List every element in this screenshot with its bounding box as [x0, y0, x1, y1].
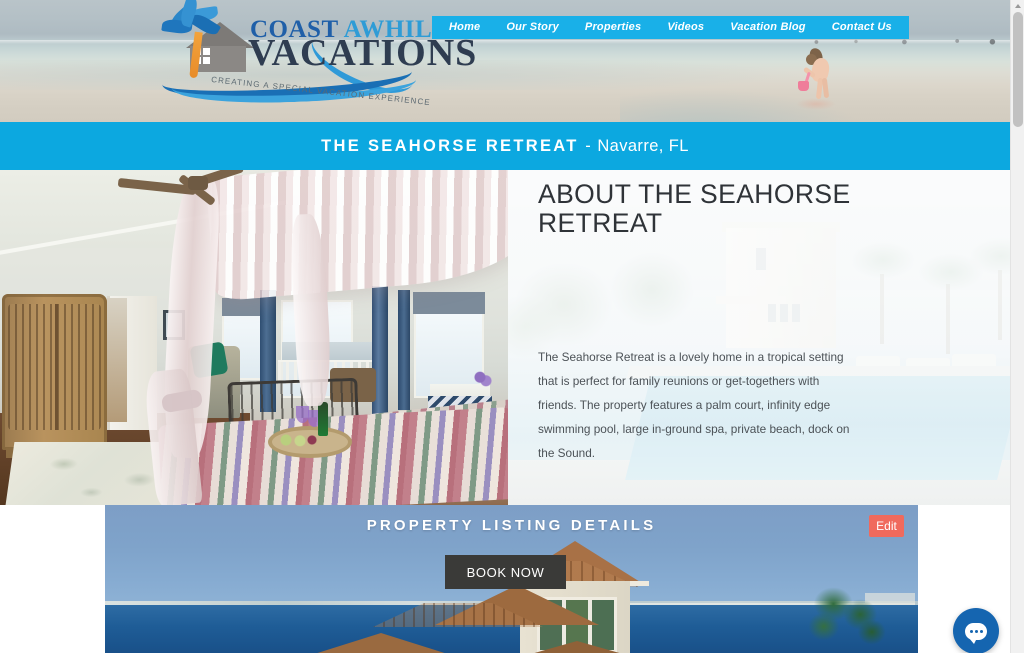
about-panel: ABOUT THE SEAHORSE RETREAT The Seahorse …: [508, 170, 1010, 505]
about-heading: ABOUT THE SEAHORSE RETREAT: [538, 179, 851, 239]
chat-dot: [969, 629, 973, 633]
armoire-divider: [54, 304, 58, 430]
about-section: ABOUT THE SEAHORSE RETREAT The Seahorse …: [0, 170, 1010, 505]
about-body-text: The Seahorse Retreat is a lovely home in…: [538, 350, 850, 460]
house-roof-lower: [485, 641, 669, 653]
flowers: [472, 370, 492, 388]
child-with-bucket-figure: [786, 46, 846, 110]
scroll-up-arrow-icon[interactable]: [1015, 4, 1021, 8]
armoire: [2, 294, 107, 458]
chat-widget-button[interactable]: [953, 608, 999, 653]
child-leg-right: [821, 77, 830, 99]
main-navigation: Home Our Story Properties Videos Vacatio…: [432, 16, 909, 39]
property-title-location: Navarre, FL: [597, 136, 689, 155]
property-title-name: THE SEAHORSE RETREAT: [321, 136, 579, 155]
fruit-plate: [278, 432, 318, 448]
chat-dot: [979, 629, 983, 633]
house-roof-left: [273, 633, 489, 653]
nav-item-vacation-blog[interactable]: Vacation Blog: [717, 16, 819, 39]
property-title: THE SEAHORSE RETREAT - Navarre, FL: [321, 137, 689, 156]
vertical-scrollbar[interactable]: [1010, 0, 1024, 653]
nav-item-properties[interactable]: Properties: [572, 16, 654, 39]
chat-dot: [974, 629, 978, 633]
site-logo[interactable]: COAST AWHILE VACATIONS CREATING A SPECIA…: [158, 0, 476, 114]
nav-item-home[interactable]: Home: [436, 16, 493, 39]
chat-bubble-icon: [965, 622, 987, 644]
property-listing-title: PROPERTY LISTING DETAILS: [366, 517, 657, 534]
nav-item-videos[interactable]: Videos: [654, 16, 717, 39]
nav-item-contact-us[interactable]: Contact Us: [819, 16, 905, 39]
child-reflection: [796, 98, 836, 110]
scrollbar-thumb[interactable]: [1013, 12, 1023, 127]
book-now-button[interactable]: BOOK NOW: [445, 555, 566, 589]
site-header: COAST AWHILE VACATIONS CREATING A SPECIA…: [0, 0, 1010, 122]
ceiling-fan-hub: [188, 176, 208, 190]
bucket-icon: [798, 81, 809, 91]
tree: [795, 583, 891, 653]
door-opening: [107, 298, 127, 422]
page-root: COAST AWHILE VACATIONS CREATING A SPECIA…: [0, 0, 1024, 653]
curtain: [398, 290, 410, 410]
edit-button[interactable]: Edit: [869, 515, 904, 537]
wine-bottle: [318, 402, 328, 436]
nav-item-our-story[interactable]: Our Story: [493, 16, 572, 39]
property-title-separator: -: [580, 136, 596, 155]
property-title-banner: THE SEAHORSE RETREAT - Navarre, FL: [0, 122, 1010, 170]
window-shade: [413, 292, 485, 314]
bedroom-photo: [0, 170, 508, 505]
property-listing-section: PROPERTY LISTING DETAILS BOOK NOW Edit: [105, 505, 918, 653]
